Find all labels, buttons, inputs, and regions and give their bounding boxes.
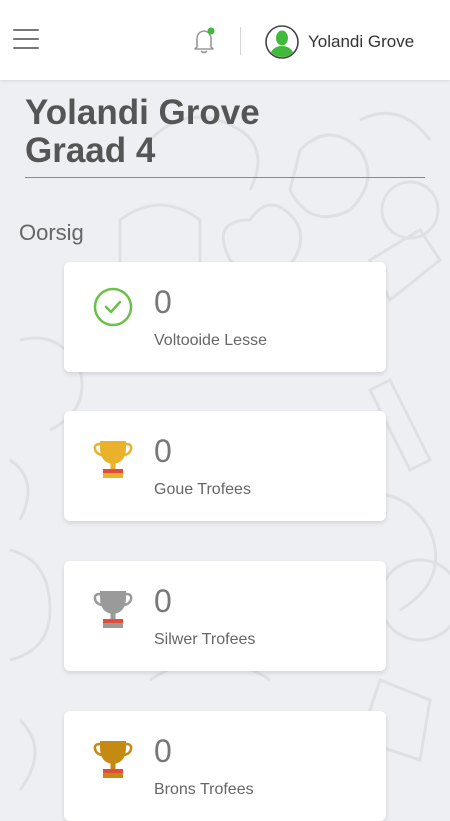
bell-icon[interactable] <box>188 24 222 58</box>
top-app-bar: Yolandi Grove <box>0 0 450 80</box>
bronze-trophy-icon <box>93 741 133 778</box>
stat-card-silver-trophies[interactable]: 0 Silwer Trofees <box>64 561 386 671</box>
stat-card-bronze-trophies[interactable]: 0 Brons Trofees <box>64 711 386 821</box>
student-name: Yolandi Grove <box>25 93 260 132</box>
stat-card-completed-lessons[interactable]: 0 Voltooide Lesse <box>64 262 386 372</box>
silver-trophy-icon <box>93 591 133 628</box>
stat-card-gold-trophies[interactable]: 0 Goue Trofees <box>64 411 386 521</box>
header-divider <box>240 27 241 55</box>
stat-value: 0 <box>154 284 172 320</box>
notification-dot <box>207 27 215 35</box>
header-rule <box>25 177 425 178</box>
avatar[interactable] <box>265 25 299 59</box>
stat-label: Silwer Trofees <box>154 631 256 648</box>
stat-label: Goue Trofees <box>154 481 251 498</box>
student-grade: Graad 4 <box>25 131 156 170</box>
user-name[interactable]: Yolandi Grove <box>308 32 414 52</box>
stat-value: 0 <box>154 433 172 469</box>
section-title-overview: Oorsig <box>19 220 84 245</box>
stat-label: Brons Trofees <box>154 781 254 798</box>
stat-value: 0 <box>154 583 172 619</box>
check-circle-icon <box>93 287 133 327</box>
gold-trophy-icon <box>93 441 133 478</box>
stat-label: Voltooide Lesse <box>154 332 267 349</box>
stat-value: 0 <box>154 733 172 769</box>
student-header: Yolandi Grove Graad 4 <box>25 94 425 170</box>
hamburger-menu-icon[interactable] <box>13 27 39 51</box>
